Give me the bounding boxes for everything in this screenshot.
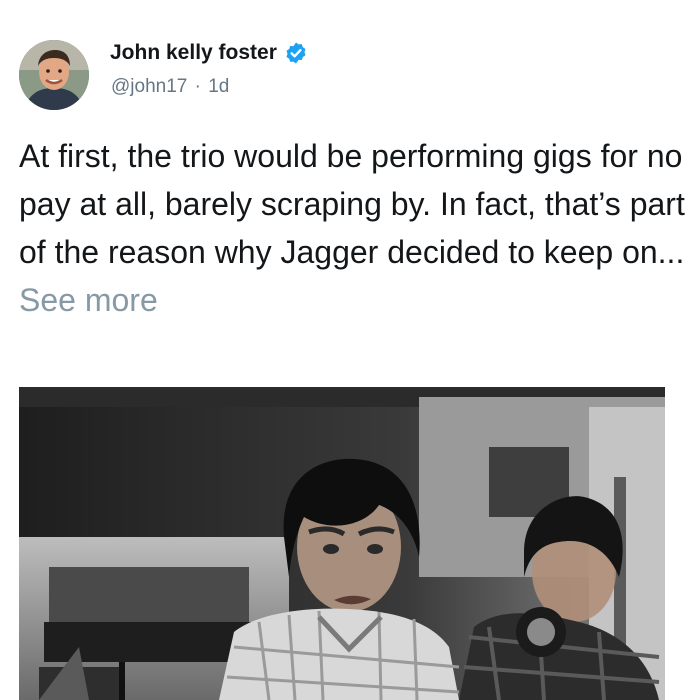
meta-separator: ·	[194, 76, 201, 97]
tweet-timestamp[interactable]: 1d	[208, 76, 229, 97]
see-more-link[interactable]: See more	[19, 282, 158, 318]
tweet-photo[interactable]	[19, 387, 665, 700]
author-handle[interactable]: @john17	[111, 76, 187, 97]
verified-badge-icon	[286, 42, 306, 64]
author-name-row[interactable]: John kelly foster	[110, 41, 308, 65]
tweet-text: At first, the trio would be performing g…	[19, 138, 685, 270]
tweet-meta: @john17 · 1d	[111, 76, 229, 98]
author-name[interactable]: John kelly foster	[110, 41, 277, 65]
author-avatar[interactable]	[19, 40, 89, 110]
tweet-body: At first, the trio would be performing g…	[19, 132, 689, 324]
